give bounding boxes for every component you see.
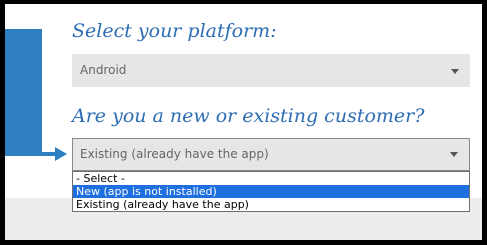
pointer-arrow-icon [55,147,67,161]
form-panel: Select your platform: Android Are you a … [5,4,482,240]
platform-select-value: Android [80,63,127,77]
chevron-down-icon [451,69,459,74]
accent-block [5,29,42,154]
dropdown-option-select[interactable]: - Select - [73,172,469,185]
dropdown-option-new[interactable]: New (app is not installed) [73,185,469,198]
customer-type-dropdown-list: - Select - New (app is not installed) Ex… [72,171,470,212]
platform-select[interactable]: Android [72,54,470,87]
customer-type-select-value: Existing (already have the app) [80,147,269,161]
chevron-down-icon [450,152,458,157]
customer-type-heading: Are you a new or existing customer? [72,105,425,127]
pointer-arrow-shaft [5,152,59,156]
platform-heading: Select your platform: [72,20,277,42]
dropdown-option-existing[interactable]: Existing (already have the app) [73,198,469,211]
customer-type-select[interactable]: Existing (already have the app) [72,138,470,171]
